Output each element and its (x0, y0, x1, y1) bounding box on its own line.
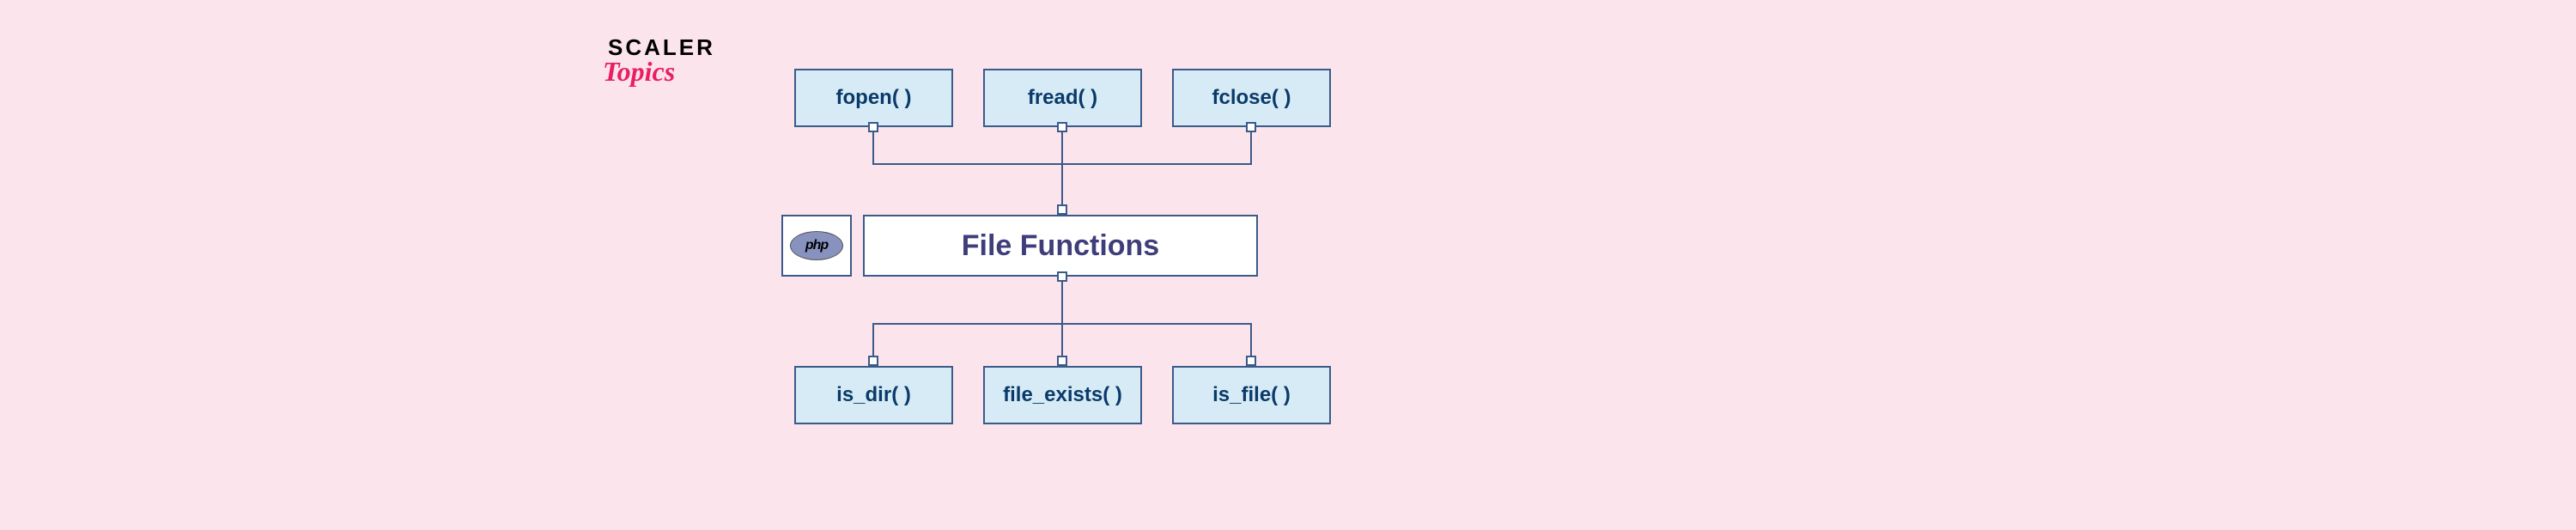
main-title-box: File Functions (863, 215, 1258, 277)
fn-fopen: fopen( ) (794, 69, 953, 127)
php-icon-box: php (781, 215, 852, 277)
connector-line (872, 325, 874, 357)
connector-port (1057, 204, 1067, 215)
connector-line (1250, 325, 1252, 357)
main-title: File Functions (962, 229, 1159, 263)
scaler-topics-logo: SCALER Topics (608, 34, 715, 88)
php-icon: php (790, 231, 843, 260)
fn-fread: fread( ) (983, 69, 1142, 127)
fn-is-dir: is_dir( ) (794, 366, 953, 424)
fn-label: is_file( ) (1212, 383, 1291, 407)
connector-port (868, 356, 878, 366)
connector-line (1061, 325, 1063, 357)
connector-line (1061, 282, 1063, 323)
connector-port (1246, 122, 1256, 132)
connector-line (1061, 132, 1063, 165)
fn-fclose: fclose( ) (1172, 69, 1331, 127)
php-icon-text: php (805, 238, 828, 253)
fn-label: file_exists( ) (1003, 383, 1122, 407)
connector-line (872, 132, 874, 165)
connector-line (1061, 165, 1063, 206)
fn-label: fclose( ) (1212, 86, 1291, 110)
connector-line (1250, 132, 1252, 165)
fn-label: fopen( ) (836, 86, 912, 110)
fn-is-file: is_file( ) (1172, 366, 1331, 424)
file-functions-diagram: fopen( ) fread( ) fclose( ) php File Fun… (747, 69, 1382, 447)
connector-port (1246, 356, 1256, 366)
fn-label: is_dir( ) (836, 383, 911, 407)
connector-port (1057, 122, 1067, 132)
fn-file-exists: file_exists( ) (983, 366, 1142, 424)
connector-port (868, 122, 878, 132)
connector-port (1057, 271, 1067, 282)
fn-label: fread( ) (1028, 86, 1097, 110)
connector-port (1057, 356, 1067, 366)
